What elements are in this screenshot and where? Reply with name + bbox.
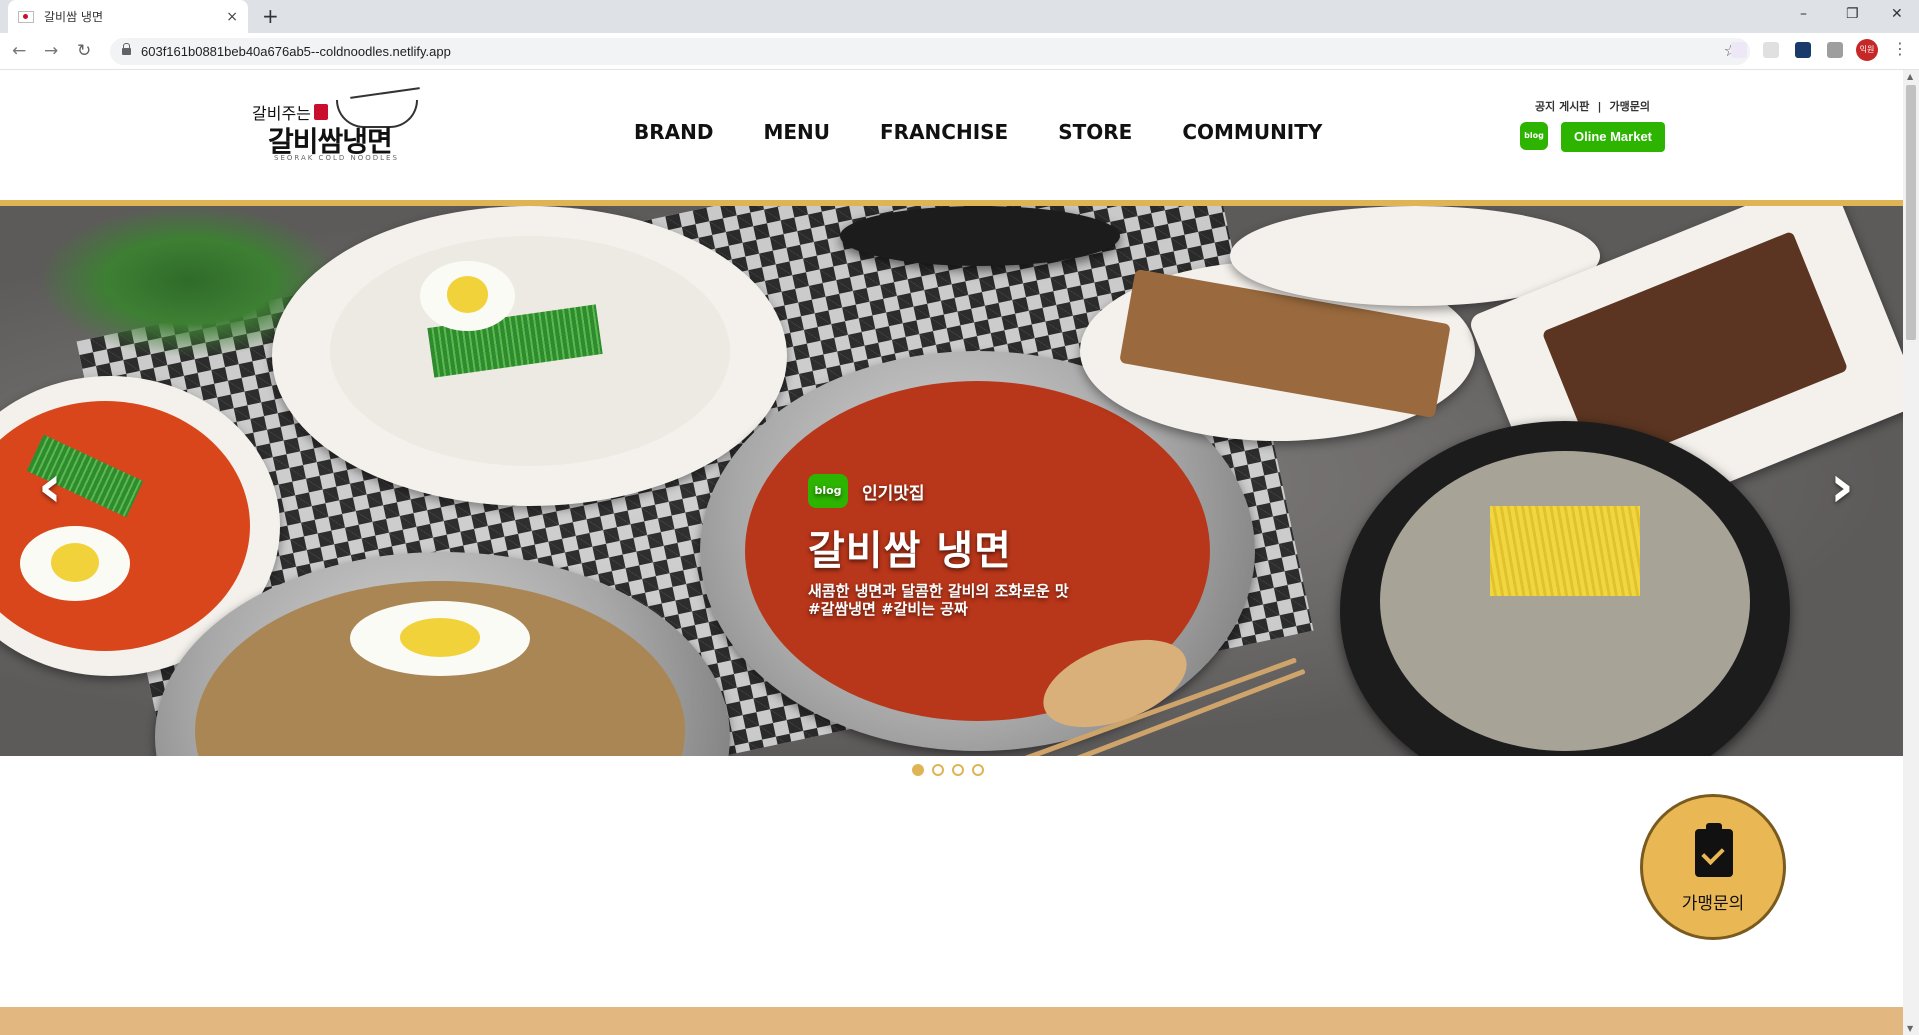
extension-radio-icon[interactable] xyxy=(1731,42,1747,58)
nav-brand[interactable]: BRAND xyxy=(634,120,713,144)
extension-app-icon[interactable] xyxy=(1795,42,1811,58)
logo-chopsticks-icon xyxy=(350,87,420,99)
egg-half xyxy=(20,526,130,601)
fab-label: 가맹문의 xyxy=(1681,894,1745,914)
slide-headline: 갈비쌈 냉면 xyxy=(808,528,1012,574)
slider-pagination xyxy=(912,764,992,776)
forward-arrow-icon[interactable]: → xyxy=(44,41,58,61)
nav-franchise[interactable]: FRANCHISE xyxy=(880,120,1008,144)
online-market-button[interactable]: Oline Market xyxy=(1561,122,1665,152)
back-arrow-icon[interactable]: ← xyxy=(12,41,26,61)
franchise-inquiry-floating-button[interactable]: 가맹문의 xyxy=(1640,794,1786,940)
logo-seal-icon xyxy=(314,104,328,120)
franchise-inquiry-link[interactable]: 가맹문의 xyxy=(1609,100,1649,113)
tab-title: 갈비쌈 냉면 xyxy=(44,10,104,24)
minimize-icon[interactable]: – xyxy=(1800,6,1807,22)
slider-dot-4[interactable] xyxy=(972,764,984,776)
pear-slice xyxy=(350,601,530,676)
tab-close-icon[interactable]: × xyxy=(226,9,238,25)
window-close-icon[interactable]: ✕ xyxy=(1891,6,1903,22)
brand-logo[interactable]: 갈비주는 갈비쌈냉면 SEORAK COLD NOODLES xyxy=(250,87,420,164)
profile-avatar[interactable]: 익원 xyxy=(1856,39,1878,61)
extension-cast-icon[interactable] xyxy=(1763,42,1779,58)
notice-board-link[interactable]: 공지 게시판 xyxy=(1535,100,1589,113)
reload-icon[interactable]: ↻ xyxy=(77,41,91,61)
egg-half-2 xyxy=(420,261,515,331)
new-tab-button[interactable]: + xyxy=(262,4,279,28)
top-bowl xyxy=(840,206,1120,266)
main-nav: BRAND MENU FRANCHISE STORE COMMUNITY xyxy=(634,120,1372,144)
page-scrollbar[interactable]: ▲ ▼ xyxy=(1903,70,1919,1035)
site-header: 갈비주는 갈비쌈냉면 SEORAK COLD NOODLES BRAND MEN… xyxy=(0,70,1903,200)
extensions-puzzle-icon[interactable] xyxy=(1827,42,1843,58)
address-bar[interactable]: 603f161b0881beb40a676ab5--coldnoodles.ne… xyxy=(110,38,1750,65)
slider-dot-1[interactable] xyxy=(912,764,924,776)
scroll-down-icon[interactable]: ▼ xyxy=(1907,1024,1913,1033)
slide-desc-line1: 새콤한 냉면과 달콤한 갈비의 조화로운 맛 xyxy=(808,582,1069,600)
hero-slider: ‹ › blog 인기맛집 갈비쌈 냉면 새콤한 냉면과 달콤한 갈비의 조화로… xyxy=(0,206,1903,756)
browser-tab-bar: 갈비쌈 냉면 × + – ❐ ✕ xyxy=(0,0,1919,33)
slide-tag: 인기맛집 xyxy=(862,483,925,504)
menu-kebab-icon[interactable]: ⋮ xyxy=(1892,39,1908,58)
slider-next-arrow[interactable]: › xyxy=(1830,452,1854,520)
slide-caption: blog 인기맛집 갈비쌈 냉면 새콤한 냉면과 달콤한 갈비의 조화로운 맛 … xyxy=(808,474,1069,618)
galbitang-broth xyxy=(1380,451,1750,751)
slide-desc-line2: #갈쌈냉면 #갈비는 공짜 xyxy=(808,600,968,618)
scrollbar-thumb[interactable] xyxy=(1906,85,1916,340)
flag-favicon-icon xyxy=(18,10,34,23)
nav-community[interactable]: COMMUNITY xyxy=(1182,120,1322,144)
slider-dot-3[interactable] xyxy=(952,764,964,776)
page-viewport: 갈비주는 갈비쌈냉면 SEORAK COLD NOODLES BRAND MEN… xyxy=(0,70,1919,1035)
utility-links: 공지 게시판 | 가맹문의 xyxy=(1535,98,1650,114)
browser-toolbar: ← → ↻ 603f161b0881beb40a676ab5--coldnood… xyxy=(0,33,1919,70)
maximize-icon[interactable]: ❐ xyxy=(1846,6,1859,22)
blog-icon[interactable]: blog xyxy=(1520,122,1548,150)
scroll-up-icon[interactable]: ▲ xyxy=(1907,72,1913,81)
util-separator: | xyxy=(1597,100,1602,113)
nav-store[interactable]: STORE xyxy=(1058,120,1132,144)
egg-strips xyxy=(1490,506,1640,596)
blog-icon: blog xyxy=(808,474,848,508)
browser-tab[interactable]: 갈비쌈 냉면 × xyxy=(8,0,248,33)
slider-dot-2[interactable] xyxy=(932,764,944,776)
lock-icon xyxy=(122,43,131,55)
url-text: 603f161b0881beb40a676ab5--coldnoodles.ne… xyxy=(141,44,451,59)
next-section-band xyxy=(0,1007,1903,1035)
logo-sub-text: SEORAK COLD NOODLES xyxy=(274,154,399,162)
slider-prev-arrow[interactable]: ‹ xyxy=(38,452,62,520)
nav-menu[interactable]: MENU xyxy=(763,120,830,144)
